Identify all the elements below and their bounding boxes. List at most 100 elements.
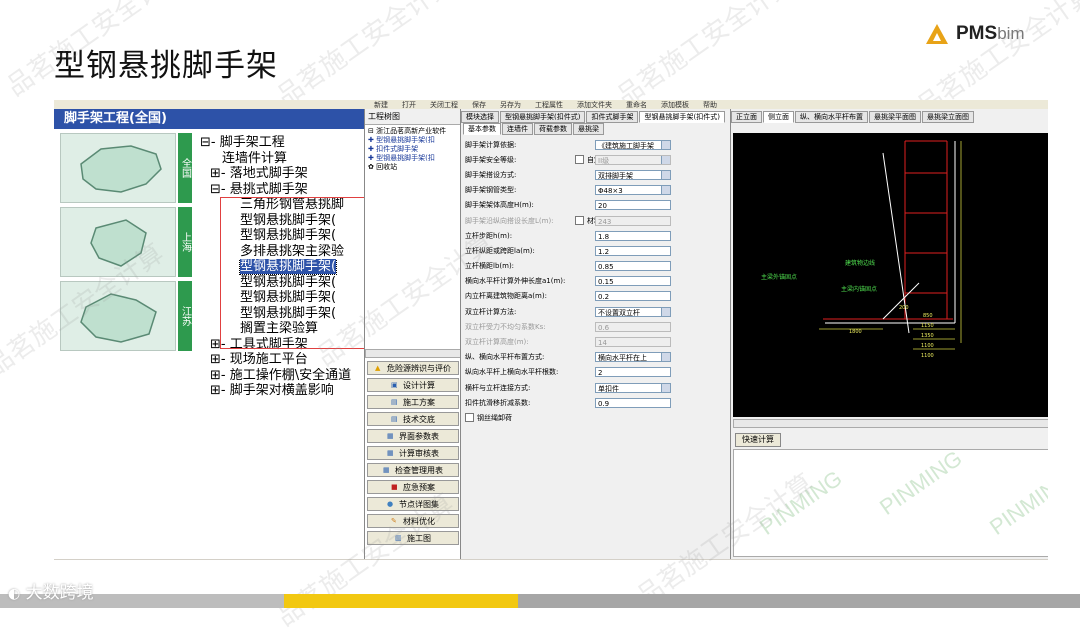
mini-tree-node[interactable]: ✿ 回收站: [368, 163, 458, 172]
cad-drawing-canvas[interactable]: 主梁外锚固点 主梁内锚固点 建筑物边线 1150 1350 1100 1100 …: [733, 133, 1048, 417]
tab-wall-ties[interactable]: 连墙件: [502, 123, 533, 135]
tab-front-elevation[interactable]: 正立面: [731, 111, 762, 123]
anchor-outer-label: 主梁外锚固点: [761, 273, 797, 281]
menu-item[interactable]: 保存: [472, 101, 486, 109]
review-table-button[interactable]: ▦ 计算审核表: [367, 446, 459, 460]
connection-method-select[interactable]: 单扣件: [595, 382, 671, 393]
jiangsu-map-icon[interactable]: [60, 281, 176, 351]
form-row: 脚手架搭设方式: 双排脚手架: [465, 167, 715, 182]
step-distance-input[interactable]: 1.8: [595, 230, 671, 241]
tree-node[interactable]: ⊞- 施工操作棚\安全通道: [200, 368, 364, 384]
mini-tree-node[interactable]: ⊟ 浙江品茗高新产业软件: [368, 127, 458, 136]
quick-calc-button[interactable]: 快速计算: [735, 433, 781, 447]
construction-drawing-button[interactable]: ▥ 施工图: [367, 531, 459, 545]
menu-item[interactable]: 另存为: [500, 101, 521, 109]
form-row: 双立杆受力不均匀系数Ks: 0.6: [465, 319, 715, 334]
dimension-label: 1100: [921, 343, 934, 349]
param-table-button[interactable]: ▦ 界面参数表: [367, 429, 459, 443]
tree-node[interactable]: ⊟- 悬挑式脚手架: [200, 182, 364, 198]
project-tree-panel: 工程树图 ⊟ 浙江品茗高新产业软件 ✚ 型钢悬挑脚手架(扣 ✚ 扣件式脚手架 ✚…: [364, 109, 461, 559]
tab-load-params[interactable]: 荷载参数: [534, 123, 572, 135]
tree-node[interactable]: ⊟- 脚手架工程: [200, 135, 364, 151]
drawing-panel: 正立面 侧立面 纵、横向水平杆布置 悬挑梁平面图 悬挑梁立面图 主梁外锚固点 主…: [730, 109, 1048, 559]
construction-plan-button[interactable]: ▤ 施工方案: [367, 395, 459, 409]
calc-icon: ▣: [391, 381, 398, 389]
pencil-icon: ✎: [391, 517, 397, 525]
frame-height-input[interactable]: 20: [595, 200, 671, 211]
menu-item[interactable]: 添加模板: [661, 101, 689, 109]
form-row: 内立杆离建筑物距离a(m): 0.2: [465, 289, 715, 304]
tab-document[interactable]: 型钢悬挑脚手架(扣件式): [500, 111, 586, 123]
hazard-identification-button[interactable]: ▲ 危险源辨识与评价: [367, 361, 459, 375]
steel-tube-type-select[interactable]: Φ48×3: [595, 185, 671, 196]
document-tabs: 模块选择 型钢悬挑脚手架(扣件式) 扣件式脚手架 型钢悬挑脚手架(扣件式): [461, 111, 726, 123]
slip-reduction-input[interactable]: 0.9: [595, 397, 671, 408]
slide-title: 型钢悬挑脚手架: [54, 48, 278, 84]
form-row: 脚手架架体高度H(m): 20: [465, 198, 715, 213]
material-optimize-button[interactable]: ✎ 材料优化: [367, 514, 459, 528]
wire-rope-unloading-checkbox[interactable]: 钢丝绳卸荷: [465, 410, 715, 425]
form-row: 纵向水平杆上横向水平杆根数: 2: [465, 365, 715, 380]
highlight-box: [220, 197, 372, 349]
menu-item[interactable]: 关闭工程: [430, 101, 458, 109]
region-label-jiangsu[interactable]: 江苏: [178, 281, 192, 351]
tech-briefing-button[interactable]: ▤ 技术交底: [367, 412, 459, 426]
tab-bar-layout[interactable]: 纵、横向水平杆布置: [795, 111, 868, 123]
inspection-table-button[interactable]: ▦ 检查管理用表: [367, 463, 459, 477]
double-pole-height-input[interactable]: 14: [595, 337, 671, 348]
bar-layout-select[interactable]: 横向水平杆在上: [595, 352, 671, 363]
overhang-length-input[interactable]: 0.15: [595, 276, 671, 287]
dimension-label: 1150: [921, 323, 934, 329]
mini-tree-node[interactable]: ✚ 型钢悬挑脚手架(扣: [368, 154, 458, 163]
menu-item[interactable]: 添加文件夹: [577, 101, 612, 109]
menu-item[interactable]: 工程属性: [535, 101, 563, 109]
frame-length-input[interactable]: 243: [595, 215, 671, 226]
erection-method-select[interactable]: 双排脚手架: [595, 169, 671, 180]
tab-document[interactable]: 扣件式脚手架: [586, 111, 639, 123]
node-detail-button[interactable]: ● 节点详图集: [367, 497, 459, 511]
form-row: 立杆纵距或跨距la(m): 1.2: [465, 243, 715, 258]
transverse-bar-count-input[interactable]: 2: [595, 367, 671, 378]
tree-node[interactable]: ⊞- 脚手架对横盖影响: [200, 383, 364, 399]
shanghai-map-icon[interactable]: [60, 207, 176, 277]
horizontal-scrollbar[interactable]: [733, 419, 1048, 428]
brand-logo: PMSbim: [926, 22, 1025, 46]
mini-tree-node[interactable]: ✚ 扣件式脚手架: [368, 145, 458, 154]
menu-item[interactable]: 新建: [374, 101, 388, 109]
watermark: 品茗施工安全计算: [611, 0, 800, 113]
tree-node[interactable]: 连墙件计算: [200, 151, 364, 167]
emergency-plan-button[interactable]: ■ 应急预案: [367, 480, 459, 494]
longitudinal-spacing-input[interactable]: 1.2: [595, 245, 671, 256]
tab-module-select[interactable]: 模块选择: [461, 111, 499, 123]
tab-beam-elevation[interactable]: 悬挑梁立面图: [922, 111, 974, 123]
design-calc-button[interactable]: ▣ 设计计算: [367, 378, 459, 392]
menu-item[interactable]: 打开: [402, 101, 416, 109]
tree-node[interactable]: ⊞- 现场施工平台: [200, 352, 364, 368]
output-area: PINMING PINMING PINMING: [733, 445, 1048, 557]
china-map-icon[interactable]: [60, 133, 176, 203]
horizontal-scrollbar[interactable]: [365, 349, 461, 358]
tab-document-active[interactable]: 型钢悬挑脚手架(扣件式): [639, 111, 725, 123]
inner-pole-distance-input[interactable]: 0.2: [595, 291, 671, 302]
tab-cantilever-beam[interactable]: 悬挑梁: [573, 123, 604, 135]
region-label-national[interactable]: 全国: [178, 133, 192, 203]
double-pole-method-select[interactable]: 不设置双立杆: [595, 306, 671, 317]
tree-node[interactable]: ⊞- 落地式脚手架: [200, 166, 364, 182]
mini-tree-node[interactable]: ✚ 型钢悬挑脚手架(扣: [368, 136, 458, 145]
brand-name: PMSbim: [956, 23, 1025, 44]
footer-brand-label: ◐ 大数跨境: [8, 583, 94, 603]
dimension-label: 850: [923, 313, 933, 319]
region-label-shanghai[interactable]: 上海: [178, 207, 192, 277]
tab-beam-plan[interactable]: 悬挑梁平面图: [869, 111, 921, 123]
software-screenshot: 新建 打开 关闭工程 保存 另存为 工程属性 添加文件夹 重命名 添加模板 帮助 脚手架工程(全国…: [54, 100, 1048, 560]
tab-basic-params[interactable]: 基本参数: [463, 123, 501, 135]
menu-item[interactable]: 帮助: [703, 101, 717, 109]
mini-project-tree: ⊟ 浙江品茗高新产业软件 ✚ 型钢悬挑脚手架(扣 ✚ 扣件式脚手架 ✚ 型钢悬挑…: [365, 125, 461, 174]
safety-level-select[interactable]: II级: [595, 154, 671, 165]
uneven-coefficient-input[interactable]: 0.6: [595, 321, 671, 332]
calc-basis-select[interactable]: 《建筑施工脚手架: [595, 139, 671, 150]
tab-side-elevation[interactable]: 侧立面: [763, 111, 794, 123]
transverse-spacing-input[interactable]: 0.85: [595, 261, 671, 272]
menu-item[interactable]: 重命名: [626, 101, 647, 109]
document-icon: ▤: [391, 398, 398, 406]
